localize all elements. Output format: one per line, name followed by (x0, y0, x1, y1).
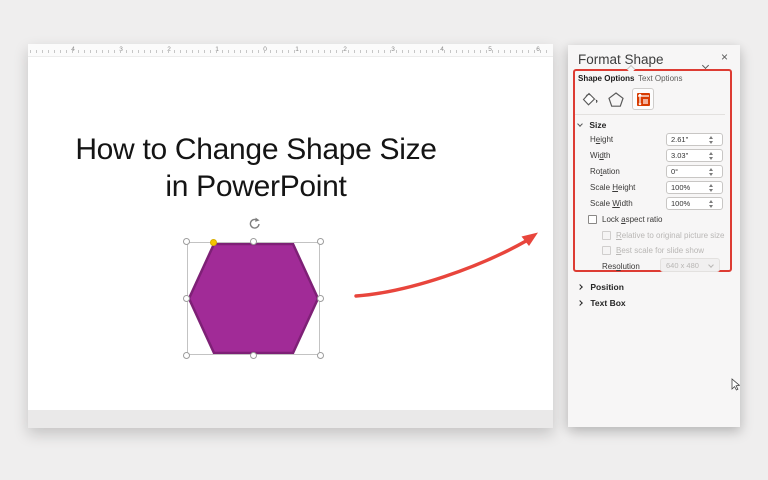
editor-bottom-strip (28, 410, 553, 428)
resize-handle-e[interactable] (317, 295, 324, 302)
textbox-section-label: Text Box (590, 298, 626, 308)
panel-close-button[interactable]: × (721, 50, 728, 64)
ruler-number: 6 (536, 46, 540, 53)
spinner-down-icon[interactable] (709, 156, 713, 160)
ruler-number: 3 (119, 46, 123, 53)
scale-width-label: Scale Width (590, 199, 633, 208)
mouse-cursor (731, 378, 740, 391)
scale-height-row: Scale Height (590, 181, 725, 194)
slide-title-line1: How to Change Shape Size (75, 133, 437, 166)
scale-height-label: Scale Height (590, 183, 636, 192)
best-scale-row: Best scale for slide show (602, 246, 704, 255)
scale-height-input[interactable] (667, 183, 705, 192)
ruler-number: 2 (167, 46, 171, 53)
ruler-number: 1 (295, 46, 299, 53)
width-label: Width (590, 151, 611, 160)
chevron-right-icon (577, 300, 583, 306)
ruler-number: 5 (488, 46, 492, 53)
spinner-down-icon[interactable] (709, 204, 713, 208)
resize-handle-s[interactable] (250, 352, 257, 359)
annotation-arrow (354, 232, 538, 298)
resize-handle-se[interactable] (317, 352, 324, 359)
scale-width-spinner[interactable] (705, 199, 717, 208)
scale-width-input[interactable] (667, 199, 705, 208)
ruler-number: 0 (263, 46, 267, 53)
ruler-number: 4 (71, 46, 75, 53)
rotation-row: Rotation (590, 165, 725, 178)
relative-original-size-label: Relative to original picture size (616, 231, 725, 240)
resize-handle-n[interactable] (250, 238, 257, 245)
size-section-label: Size (589, 120, 607, 130)
width-row: Width (590, 149, 725, 162)
horizontal-ruler: 4 3 2 1 0 1 2 3 4 5 6 (28, 44, 553, 57)
height-spinner[interactable] (705, 135, 717, 144)
height-input[interactable] (667, 135, 705, 144)
size-properties-tab[interactable] (632, 88, 654, 110)
panel-collapse-button[interactable] (701, 55, 710, 73)
spinner-down-icon[interactable] (709, 140, 713, 144)
ruler-number: 4 (440, 46, 444, 53)
resize-handle-nw[interactable] (183, 238, 190, 245)
position-section[interactable]: Position (577, 282, 624, 292)
scale-width-row: Scale Width (590, 197, 725, 210)
fill-line-icon[interactable] (580, 91, 598, 108)
width-field[interactable] (666, 149, 723, 162)
lock-aspect-ratio-label: Lock aspect ratio (602, 215, 663, 224)
spinner-up-icon[interactable] (709, 135, 713, 139)
chevron-down-icon (577, 121, 583, 127)
rotation-field[interactable] (666, 165, 723, 178)
selection-rectangle (187, 242, 320, 355)
best-scale-checkbox (602, 246, 611, 255)
divider (575, 114, 725, 115)
height-field[interactable] (666, 133, 723, 146)
panel-title: Format Shape (578, 52, 664, 67)
slide-title-line2: in PowerPoint (165, 170, 347, 203)
rotation-spinner[interactable] (705, 167, 717, 176)
tab-text-options[interactable]: Text Options (638, 74, 682, 83)
relative-original-size-checkbox (602, 231, 611, 240)
effects-icon[interactable] (607, 91, 625, 108)
best-scale-label: Best scale for slide show (616, 246, 705, 255)
resolution-value: 640 x 480 (666, 260, 699, 270)
size-properties-icon (636, 92, 650, 106)
spinner-up-icon[interactable] (709, 183, 713, 187)
scale-width-field[interactable] (666, 197, 723, 210)
spinner-up-icon[interactable] (709, 151, 713, 155)
spinner-up-icon[interactable] (709, 167, 713, 171)
spinner-up-icon[interactable] (709, 199, 713, 203)
format-shape-panel: Format Shape × Shape Options Text Option… (568, 45, 740, 427)
resize-handle-ne[interactable] (317, 238, 324, 245)
shape-adjust-handle[interactable] (210, 239, 217, 246)
ruler-number: 1 (215, 46, 219, 53)
height-label: Height (590, 135, 614, 144)
size-section-header[interactable]: Size (577, 120, 607, 130)
resolution-dropdown: 640 x 480 (660, 258, 720, 272)
relative-original-size-row: Relative to original picture size (602, 231, 725, 240)
resize-handle-sw[interactable] (183, 352, 190, 359)
scale-height-field[interactable] (666, 181, 723, 194)
lock-aspect-ratio-checkbox[interactable] (588, 215, 597, 224)
chevron-down-icon (708, 262, 714, 268)
width-spinner[interactable] (705, 151, 717, 160)
textbox-section[interactable]: Text Box (577, 298, 626, 308)
spinner-down-icon[interactable] (709, 188, 713, 192)
rotation-label: Rotation (590, 167, 620, 176)
tab-shape-options[interactable]: Shape Options (578, 74, 634, 83)
spinner-down-icon[interactable] (709, 172, 713, 176)
lock-aspect-ratio-row[interactable]: Lock aspect ratio (588, 215, 662, 224)
rotate-handle-icon[interactable] (247, 217, 261, 231)
resolution-label: Resolution (602, 262, 640, 271)
width-input[interactable] (667, 151, 705, 160)
chevron-right-icon (577, 284, 583, 290)
selected-shape[interactable] (183, 217, 324, 359)
rotation-input[interactable] (667, 167, 705, 176)
height-row: Height (590, 133, 725, 146)
position-section-label: Position (590, 282, 624, 292)
chevron-down-icon (701, 61, 710, 70)
ruler-number: 3 (391, 46, 395, 53)
ruler-number: 2 (343, 46, 347, 53)
resize-handle-w[interactable] (183, 295, 190, 302)
slide-title[interactable]: How to Change Shape Size in PowerPoint (28, 131, 484, 205)
scale-height-spinner[interactable] (705, 183, 717, 192)
